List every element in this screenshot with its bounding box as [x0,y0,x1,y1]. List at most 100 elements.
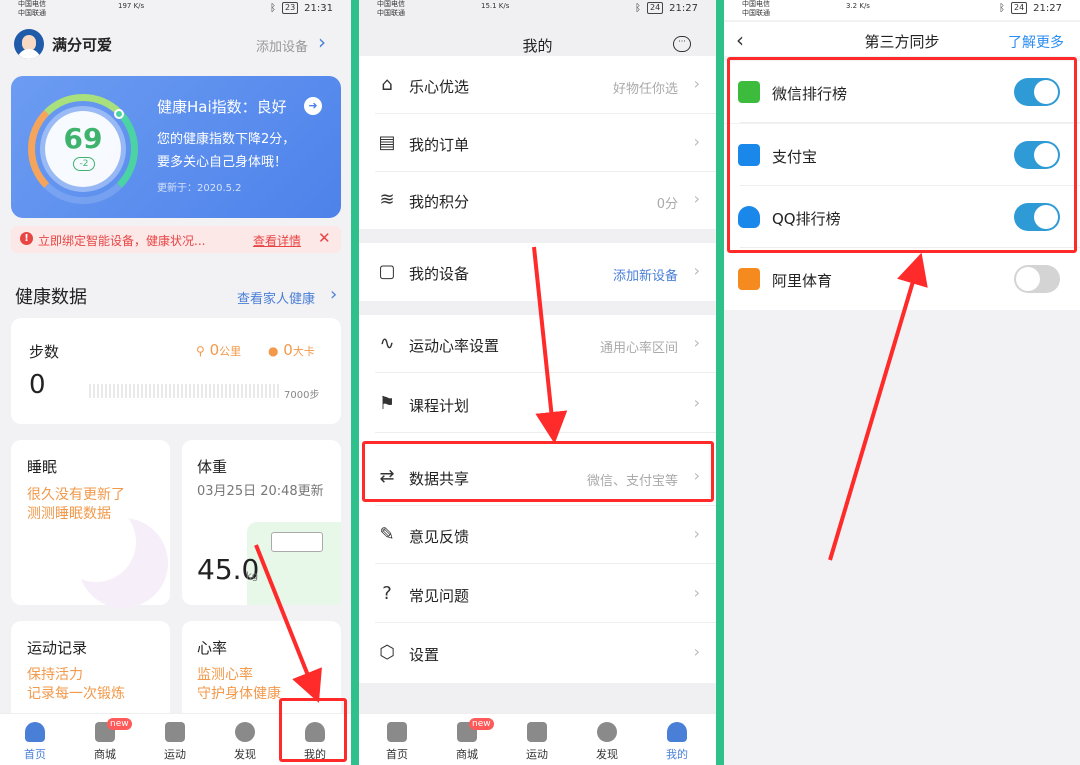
carrier-1: 中国电信 [18,0,46,8]
sleep-line-1: 很久没有更新了 [27,487,125,503]
carrier-1: 中国电信 [377,0,405,8]
shoe-icon [165,722,185,742]
alisports-toggle[interactable] [1014,265,1060,293]
carrier-2: 中国联通 [18,9,46,17]
lexin-icon: ⌂ [381,74,393,95]
tab-home[interactable]: 首页 [0,714,70,765]
row-value[interactable]: 添加新设备 [613,265,678,284]
net-speed: 15.1 K/s [481,2,510,10]
location-pin-icon: ⚲ [196,344,205,358]
health-score: 69 [63,122,103,155]
weight-title: 体重 [197,458,228,476]
battery-icon: 24 [646,2,664,14]
row-label: 我的积分 [409,193,470,211]
weight-unit: kg [246,571,259,582]
calories: ● 0大卡 [268,341,315,359]
chevron-right-icon: › [693,261,700,280]
chevron-right-icon: › [693,393,700,412]
course-icon: ⚑ [378,393,396,414]
tab-discover[interactable]: 发现 [210,714,280,765]
row-value: 好物任你选 [612,82,678,97]
tab-home[interactable]: 首页 [362,714,432,765]
new-badge: new [469,718,494,730]
row-value: 通用心率区间 [599,341,678,356]
bluetooth-icon: ᛒ [269,2,276,14]
home-icon [25,722,45,742]
menu-row-settings[interactable]: ⬡ 设置 › [359,624,716,682]
alert-detail-link[interactable]: 查看详情 [253,232,301,249]
person-icon [667,722,687,742]
row-label: 常见问题 [409,587,470,605]
compass-icon [235,722,255,742]
tab-sport[interactable]: 运动 [502,714,572,765]
close-icon[interactable]: ✕ [318,229,331,247]
add-device-link[interactable]: 添加设备 [256,36,308,55]
distance-unit: 公里 [219,345,242,358]
net-speed: 197 K/s [118,2,145,10]
tab-sport[interactable]: 运动 [140,714,210,765]
battery-icon: 23 [281,2,299,14]
tab-label: 首页 [386,748,408,761]
home-icon [387,722,407,742]
row-label: 设置 [409,646,440,664]
tab-mall[interactable]: new 商城 [70,714,140,765]
shoe-icon [527,722,547,742]
mine-screen: 中国电信 中国联通 15.1 K/s ᛒ 24 21:27 我的 ··· ⌂ 乐心优选 好… [359,0,716,765]
tab-label: 发现 [234,748,256,761]
steps-goal: 7000步 [284,390,320,401]
menu-row-points[interactable]: ≋ 我的积分 0分 › [359,171,716,229]
menu-row-course[interactable]: ⚑ 课程计划 › [359,375,716,433]
tab-mall[interactable]: new 商城 [432,714,502,765]
sport-line-2: 记录每一次锻炼 [27,686,125,702]
learn-more-link[interactable]: 了解更多 [1008,32,1064,52]
net-speed: 3.2 K/s [846,2,870,10]
chevron-right-icon[interactable]: › [330,284,337,305]
clock: 21:31 [304,2,333,14]
menu-row-faq[interactable]: ? 常见问题 › [359,565,716,623]
carrier-1: 中国电信 [742,0,770,8]
warning-icon: ! [20,232,33,245]
new-badge: new [107,718,132,730]
row-label: 运动心率设置 [409,337,500,355]
row-value: 0分 [656,197,678,212]
chevron-right-icon: › [693,524,700,543]
menu-row-lexin[interactable]: ⌂ 乐心优选 好物任你选 › [359,56,716,114]
compass-icon [597,722,617,742]
weight-date: 03月25日 20:48更新 [197,484,324,499]
chevron-right-icon: › [693,642,700,661]
bluetooth-icon: ᛒ [998,2,1005,14]
distance: ⚲ 0公里 [196,341,241,359]
family-health-link[interactable]: 查看家人健康 [237,288,315,307]
calories-unit: 大卡 [292,345,315,358]
steps-card[interactable] [11,318,341,424]
menu-row-heartrate[interactable]: ∿ 运动心率设置 通用心率区间 › [359,315,716,373]
row-label: 意见反馈 [409,528,470,546]
row-label: 乐心优选 [409,78,470,96]
avatar[interactable] [14,29,44,59]
alert-text: 立即绑定智能设备，健康状况... [38,234,206,248]
steps-label: 步数 [29,343,60,361]
message-icon[interactable]: ··· [673,36,691,52]
tab-mine[interactable]: 我的 [642,714,712,765]
menu-row-orders[interactable]: ▤ 我的订单 › [359,114,716,172]
menu-row-devices[interactable]: ▢ 我的设备 添加新设备 › [359,243,716,301]
arrow-right-icon[interactable]: ➜ [304,97,322,115]
user-name: 满分可爱 [52,36,113,54]
section-title: 健康数据 [15,287,87,308]
points-icon: ≋ [379,189,395,210]
health-desc-1: 您的健康指数下降2分， [157,132,296,147]
health-score-delta: -2 [73,157,95,171]
distance-value: 0 [209,341,220,359]
chevron-right-icon[interactable]: › [318,30,326,54]
tab-label: 商城 [94,748,116,761]
page-title: 我的 [522,37,553,55]
health-desc-2: 要多关心自己身体哦！ [157,155,288,170]
heart-line-1: 监测心率 [197,667,253,683]
highlight-box-mine-tab [279,698,347,762]
heart-title: 心率 [197,639,228,657]
menu-row-feedback[interactable]: ✎ 意见反馈 › [359,506,716,564]
sync-row-alisports: 阿里体育 [724,248,1080,310]
alisports-icon [738,268,760,290]
tab-discover[interactable]: 发现 [572,714,642,765]
row-label: 我的订单 [409,136,470,154]
